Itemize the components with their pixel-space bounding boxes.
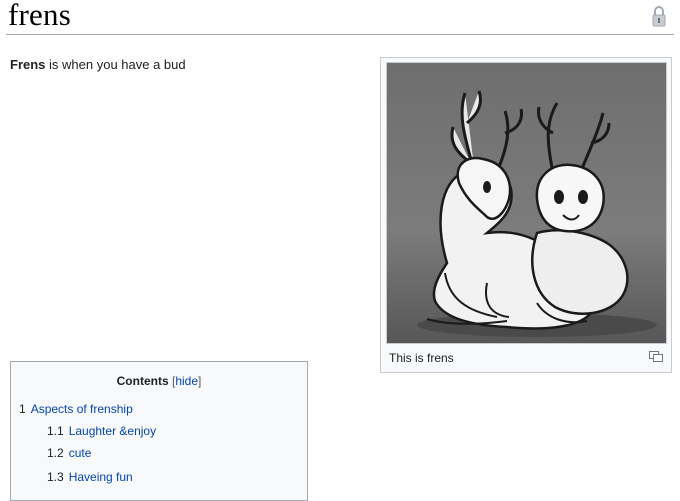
table-of-contents: Contents [hide] 1 Aspects of frenship 1.1… <box>10 361 308 501</box>
toc-item-number: 1.3 <box>47 470 64 484</box>
title-divider <box>6 34 674 35</box>
toc-item[interactable]: 1.3 Haveing fun <box>47 470 133 484</box>
toc-item-label[interactable]: Laughter &enjoy <box>69 424 156 438</box>
page-title: frens <box>8 0 71 32</box>
lock-icon[interactable] <box>651 4 667 28</box>
toc-hide-link[interactable]: hide <box>175 374 198 388</box>
intro-paragraph: Frens is when you have a bud <box>10 57 186 72</box>
toc-item[interactable]: 1 Aspects of frenship <box>19 402 133 416</box>
toc-header: Contents [hide] <box>11 374 307 388</box>
toc-item-number: 1.2 <box>47 446 64 460</box>
thumbnail-frame: This is frens <box>380 57 672 373</box>
toc-item-number: 1 <box>19 402 26 416</box>
toc-item[interactable]: 1.2 cute <box>47 446 91 460</box>
deer-illustration <box>387 63 666 343</box>
thumbnail-image[interactable] <box>386 62 667 344</box>
thumbnail-caption: This is frens <box>389 351 454 365</box>
toc-title: Contents <box>116 374 169 388</box>
toc-item-label[interactable]: Aspects of frenship <box>31 402 133 416</box>
toc-item-number: 1.1 <box>47 424 64 438</box>
toc-item-label[interactable]: cute <box>69 446 92 460</box>
intro-text: is when you have a bud <box>45 57 186 72</box>
toc-item-label[interactable]: Haveing fun <box>69 470 133 484</box>
magnify-clip-icon[interactable] <box>649 351 663 362</box>
toc-item[interactable]: 1.1 Laughter &enjoy <box>47 424 156 438</box>
intro-bold-term: Frens <box>10 57 46 72</box>
toc-bracket-close: ] <box>198 374 202 388</box>
